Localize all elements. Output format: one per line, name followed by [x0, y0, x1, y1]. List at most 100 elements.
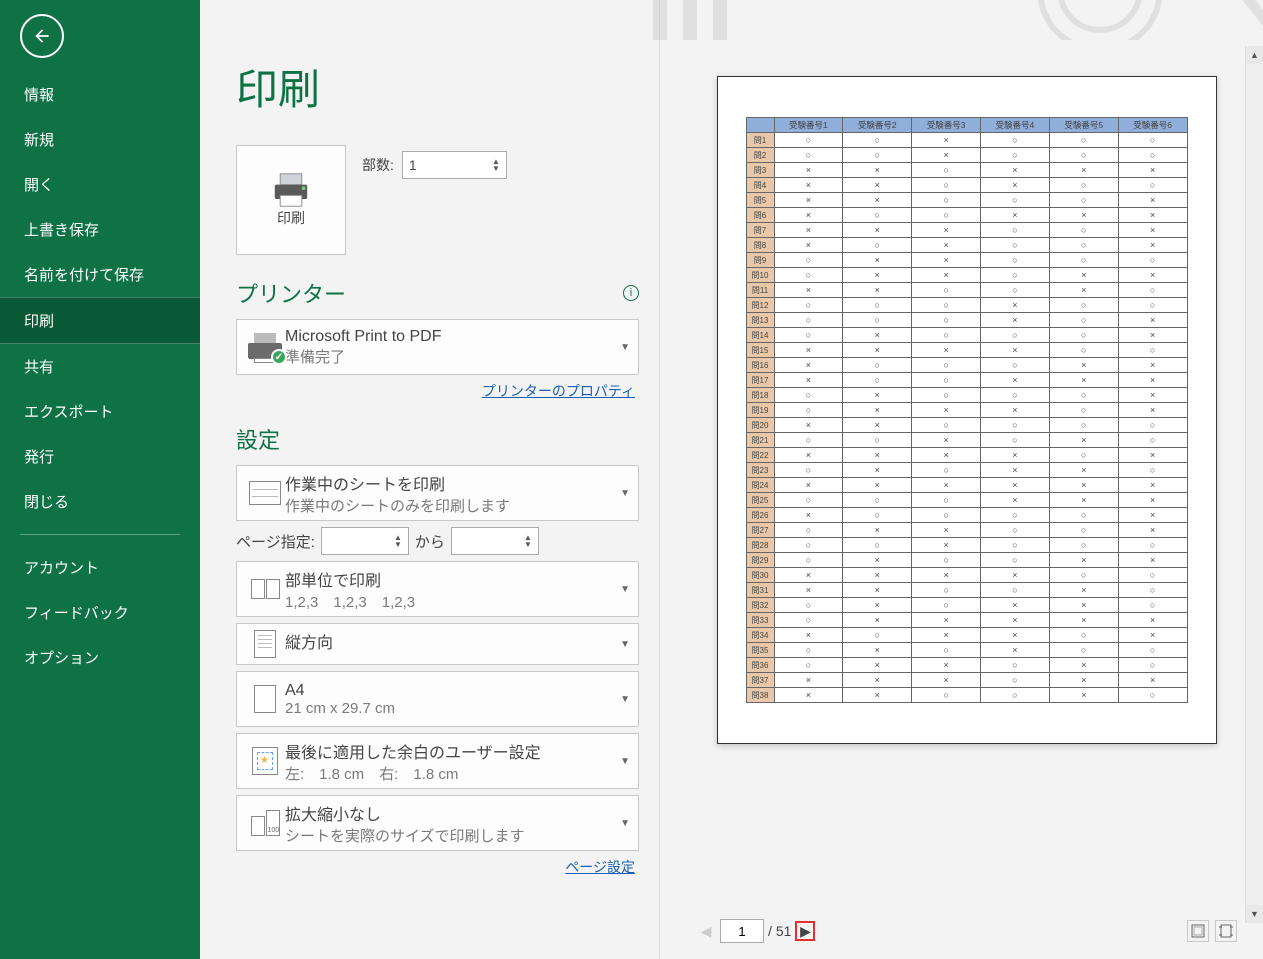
preview-table: 受験番号1受験番号2受験番号3受験番号4受験番号5受験番号6問1○○×○○○問2…: [746, 117, 1188, 703]
next-page-button[interactable]: ▶: [795, 921, 815, 941]
table-row: 問30××××○○: [746, 568, 1187, 583]
portrait-icon: [254, 630, 276, 658]
table-row: 問34×○××○×: [746, 628, 1187, 643]
table-row: 問24××××××: [746, 478, 1187, 493]
current-page-input[interactable]: [720, 919, 764, 943]
zoom-page-icon: [1219, 924, 1233, 938]
show-margins-button[interactable]: [1187, 920, 1209, 942]
nav-item-4[interactable]: 名前を付けて保存: [0, 252, 200, 297]
table-row: 問4××○×○○: [746, 178, 1187, 193]
nav-item-6[interactable]: 共有: [0, 344, 200, 389]
table-row: 問1○○×○○○: [746, 133, 1187, 148]
print-preview-area: 受験番号1受験番号2受験番号3受験番号4受験番号5受験番号6問1○○×○○○問2…: [660, 0, 1263, 959]
print-button[interactable]: 印刷: [236, 145, 346, 255]
table-row: 問38××○○×○: [746, 688, 1187, 703]
prev-page-button: ◀: [696, 921, 716, 941]
col-header: [746, 118, 774, 133]
chevron-down-icon: ▼: [620, 639, 630, 650]
print-what-selector[interactable]: 作業中のシートを印刷作業中のシートのみを印刷します ▼: [236, 465, 639, 521]
table-row: 問7×××○○×: [746, 223, 1187, 238]
back-button[interactable]: [20, 14, 64, 58]
table-row: 問21○○×○×○: [746, 433, 1187, 448]
chevron-down-icon: ▼: [620, 488, 630, 499]
preview-page: 受験番号1受験番号2受験番号3受験番号4受験番号5受験番号6問1○○×○○○問2…: [717, 76, 1217, 744]
table-row: 問12○○○×○○: [746, 298, 1187, 313]
collate-icon: [251, 579, 280, 599]
scale-icon: [251, 810, 280, 836]
table-row: 問15××××○○: [746, 343, 1187, 358]
col-header: 受験番号6: [1118, 118, 1187, 133]
nav-separator: [20, 534, 180, 535]
scaling-selector[interactable]: 拡大縮小なしシートを実際のサイズで印刷します ▼: [236, 795, 639, 851]
col-header: 受験番号3: [912, 118, 981, 133]
col-header: 受験番号5: [1049, 118, 1118, 133]
table-row: 問32○×○××○: [746, 598, 1187, 613]
chevron-down-icon: ▼: [620, 584, 630, 595]
table-row: 問6×○○×××: [746, 208, 1187, 223]
page-sep: /: [768, 923, 772, 939]
collate-selector[interactable]: 部単位で印刷1,2,3 1,2,3 1,2,3 ▼: [236, 561, 639, 617]
preview-nav-bar: ◀ / 51 ▶: [690, 913, 1243, 949]
nav-item-1[interactable]: 新規: [0, 117, 200, 162]
vertical-scrollbar[interactable]: ▲▼: [1245, 46, 1263, 923]
margins-selector[interactable]: 最後に適用した余白のユーザー設定左: 1.8 cm 右: 1.8 cm ▼: [236, 733, 639, 789]
table-row: 問27○××○○×: [746, 523, 1187, 538]
table-row: 問28○○×○○○: [746, 538, 1187, 553]
page-to-label: から: [415, 531, 445, 552]
chevron-down-icon: ▼: [620, 756, 630, 767]
chevron-down-icon: ▼: [620, 818, 630, 829]
margins-toggle-icon: [1191, 924, 1205, 938]
table-row: 問3××○×××: [746, 163, 1187, 178]
orientation-selector[interactable]: 縦方向 ▼: [236, 623, 639, 665]
table-row: 問31××○○×○: [746, 583, 1187, 598]
table-row: 問23○×○××○: [746, 463, 1187, 478]
spinner-buttons[interactable]: ▲▼: [492, 158, 500, 172]
nav-item-7[interactable]: エクスポート: [0, 389, 200, 434]
nav-account-item-2[interactable]: オプション: [0, 635, 200, 680]
nav-item-9[interactable]: 閉じる: [0, 479, 200, 524]
print-button-label: 印刷: [277, 208, 305, 228]
table-row: 問37×××○××: [746, 673, 1187, 688]
copies-spinner[interactable]: 1 ▲▼: [402, 151, 507, 179]
printer-selector[interactable]: Microsoft Print to PDF準備完了 ▼: [236, 319, 639, 375]
col-header: 受験番号2: [843, 118, 912, 133]
nav-item-8[interactable]: 発行: [0, 434, 200, 479]
table-row: 問17×○○×××: [746, 373, 1187, 388]
nav-item-5[interactable]: 印刷: [0, 297, 200, 344]
page-setup-link[interactable]: ページ設定: [236, 857, 635, 877]
table-row: 問5××○○○×: [746, 193, 1187, 208]
paper-icon: [254, 685, 276, 713]
table-row: 問8×○×○○×: [746, 238, 1187, 253]
table-row: 問36○××○×○: [746, 658, 1187, 673]
total-pages: 51: [776, 923, 792, 939]
table-row: 問20××○○○○: [746, 418, 1187, 433]
nav-account-item-0[interactable]: アカウント: [0, 545, 200, 590]
preview-scroll[interactable]: 受験番号1受験番号2受験番号3受験番号4受験番号5受験番号6問1○○×○○○問2…: [690, 46, 1243, 913]
nav-item-3[interactable]: 上書き保存: [0, 207, 200, 252]
nav-item-0[interactable]: 情報: [0, 72, 200, 117]
copies-value: 1: [409, 157, 417, 173]
settings-heading: 設定: [236, 423, 639, 455]
table-row: 問35○×○×○○: [746, 643, 1187, 658]
printer-ready-icon: [245, 331, 285, 363]
nav-item-2[interactable]: 開く: [0, 162, 200, 207]
table-row: 問11××○○×○: [746, 283, 1187, 298]
print-settings-panel: 印刷 印刷 部数: 1 ▲▼ プリンター i: [200, 0, 660, 959]
zoom-to-page-button[interactable]: [1215, 920, 1237, 942]
info-icon[interactable]: i: [623, 285, 639, 301]
table-row: 問14○×○○○×: [746, 328, 1187, 343]
paper-size-selector[interactable]: A421 cm x 29.7 cm ▼: [236, 671, 639, 727]
page-from-input[interactable]: ▲▼: [321, 527, 409, 555]
col-header: 受験番号1: [774, 118, 843, 133]
table-row: 問16×○○○××: [746, 358, 1187, 373]
table-row: 問33○×××××: [746, 613, 1187, 628]
backstage-sidebar: 情報新規開く上書き保存名前を付けて保存印刷共有エクスポート発行閉じる アカウント…: [0, 0, 200, 959]
printer-heading: プリンター i: [236, 277, 639, 309]
table-row: 問18○×○○○×: [746, 388, 1187, 403]
page-to-input[interactable]: ▲▼: [451, 527, 539, 555]
nav-account-item-1[interactable]: フィードバック: [0, 590, 200, 635]
margins-icon: [252, 747, 278, 775]
copies-label: 部数:: [362, 155, 394, 175]
printer-properties-link[interactable]: プリンターのプロパティ: [236, 381, 635, 401]
arrow-left-icon: [32, 26, 52, 46]
